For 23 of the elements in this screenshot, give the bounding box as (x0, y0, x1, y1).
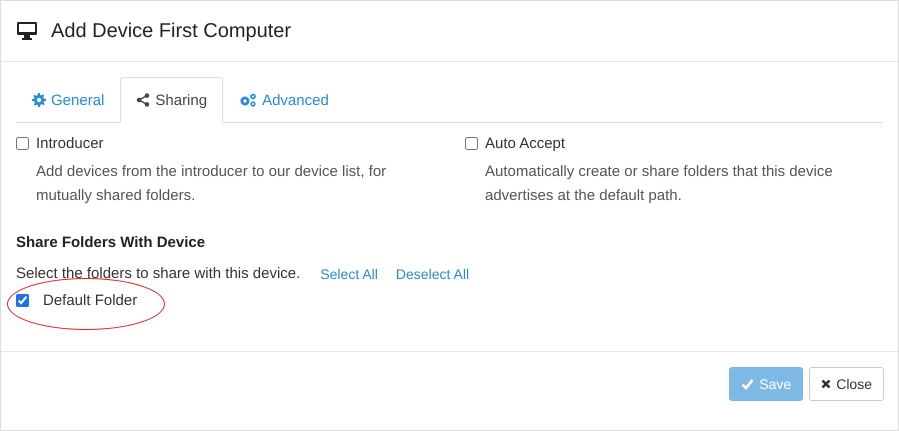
checkbox-label: Auto Accept (485, 135, 566, 152)
help-text: Add devices from the introducer to our device list, for mutually shared folders. (36, 162, 388, 206)
checkbox[interactable] (465, 137, 478, 150)
section-heading: Share Folders With Device (16, 234, 206, 251)
hint-text: Select the folders to share with this device. (16, 265, 300, 282)
checkbox[interactable] (16, 294, 29, 307)
tab[interactable]: Sharing (120, 77, 224, 123)
gears-icon (239, 93, 258, 107)
monitor-icon (17, 22, 37, 40)
checkbox[interactable] (16, 137, 29, 150)
folder-label: Default Folder (43, 292, 138, 309)
dialog-title: Add Device First Computer (51, 20, 292, 42)
share-icon (136, 93, 150, 107)
link[interactable]: Select All (320, 266, 378, 282)
link[interactable]: Deselect All (396, 266, 470, 282)
help-text: Automatically create or share folders that this device advertises at the default path. (485, 162, 834, 206)
close-icon (821, 379, 832, 389)
tab[interactable]: Advanced (223, 77, 345, 123)
gear-icon (32, 93, 46, 107)
tab[interactable]: General (16, 77, 120, 123)
checkbox-label: Introducer (36, 135, 104, 152)
close-button[interactable]: Close (809, 367, 884, 401)
check-icon (741, 378, 754, 390)
